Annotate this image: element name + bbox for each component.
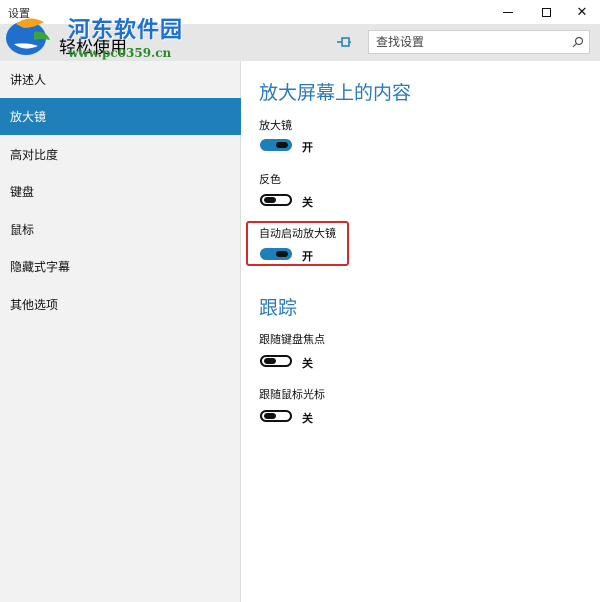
- toggle-knob: [276, 142, 288, 148]
- pin-icon[interactable]: [336, 36, 352, 48]
- sidebar-item-closed-captions[interactable]: 隐藏式字幕: [0, 248, 241, 285]
- close-icon: ✕: [576, 4, 588, 20]
- sidebar: 讲述人 放大镜 高对比度 键盘 鼠标 隐藏式字幕 其他选项: [0, 61, 241, 602]
- toggle-knob: [264, 358, 276, 364]
- sidebar-item-other-options[interactable]: 其他选项: [0, 286, 241, 323]
- window-title: 设置: [8, 7, 30, 20]
- sidebar-item-label: 高对比度: [10, 148, 59, 162]
- sidebar-item-label: 隐藏式字幕: [10, 260, 71, 274]
- sidebar-item-high-contrast[interactable]: 高对比度: [0, 136, 241, 173]
- app-header: 轻松使用: [0, 24, 600, 61]
- auto-start-magnifier-toggle[interactable]: [260, 248, 292, 260]
- sidebar-item-keyboard[interactable]: 键盘: [0, 173, 241, 210]
- close-button[interactable]: ✕: [564, 0, 600, 24]
- follow-keyboard-focus-toggle-state: 关: [302, 357, 313, 370]
- minimize-icon: [503, 11, 513, 13]
- sidebar-item-label: 键盘: [10, 185, 35, 199]
- sidebar-item-narrator[interactable]: 讲述人: [0, 61, 241, 98]
- minimize-button[interactable]: [490, 0, 526, 24]
- follow-keyboard-focus-label: 跟随键盘焦点: [259, 333, 325, 346]
- invert-colors-toggle-state: 关: [302, 196, 313, 209]
- toggle-knob: [264, 197, 276, 203]
- follow-keyboard-focus-toggle[interactable]: [260, 355, 292, 367]
- sidebar-item-label: 鼠标: [10, 223, 35, 237]
- page-title: 轻松使用: [59, 38, 127, 58]
- sidebar-item-label: 讲述人: [10, 73, 47, 87]
- follow-mouse-cursor-toggle[interactable]: [260, 410, 292, 422]
- magnifier-toggle[interactable]: [260, 139, 292, 151]
- invert-colors-label: 反色: [259, 173, 281, 186]
- toggle-knob: [276, 251, 288, 257]
- sidebar-item-magnifier[interactable]: 放大镜: [0, 98, 241, 135]
- tracking-section-title: 跟踪: [259, 297, 298, 319]
- maximize-icon: [541, 7, 551, 17]
- sidebar-item-mouse[interactable]: 鼠标: [0, 211, 241, 248]
- title-bar: 设置 ✕: [0, 0, 600, 24]
- sidebar-item-label: 放大镜: [10, 110, 47, 124]
- search-box[interactable]: [368, 30, 590, 54]
- settings-content: 放大屏幕上的内容 放大镜 开 反色 关 自动启动放大镜 开 跟踪 跟随键盘焦点 …: [242, 61, 600, 602]
- auto-start-magnifier-toggle-state: 开: [302, 250, 313, 263]
- search-icon[interactable]: [572, 36, 584, 48]
- toggle-knob: [264, 413, 276, 419]
- magnifier-label: 放大镜: [259, 119, 292, 132]
- follow-mouse-cursor-toggle-state: 关: [302, 412, 313, 425]
- magnifier-section-title: 放大屏幕上的内容: [259, 82, 412, 104]
- sidebar-item-label: 其他选项: [10, 298, 59, 312]
- follow-mouse-cursor-label: 跟随鼠标光标: [259, 388, 325, 401]
- search-input[interactable]: [369, 31, 565, 53]
- invert-colors-toggle[interactable]: [260, 194, 292, 206]
- maximize-button[interactable]: [528, 0, 564, 24]
- magnifier-toggle-state: 开: [302, 141, 313, 154]
- auto-start-magnifier-label: 自动启动放大镜: [259, 227, 336, 240]
